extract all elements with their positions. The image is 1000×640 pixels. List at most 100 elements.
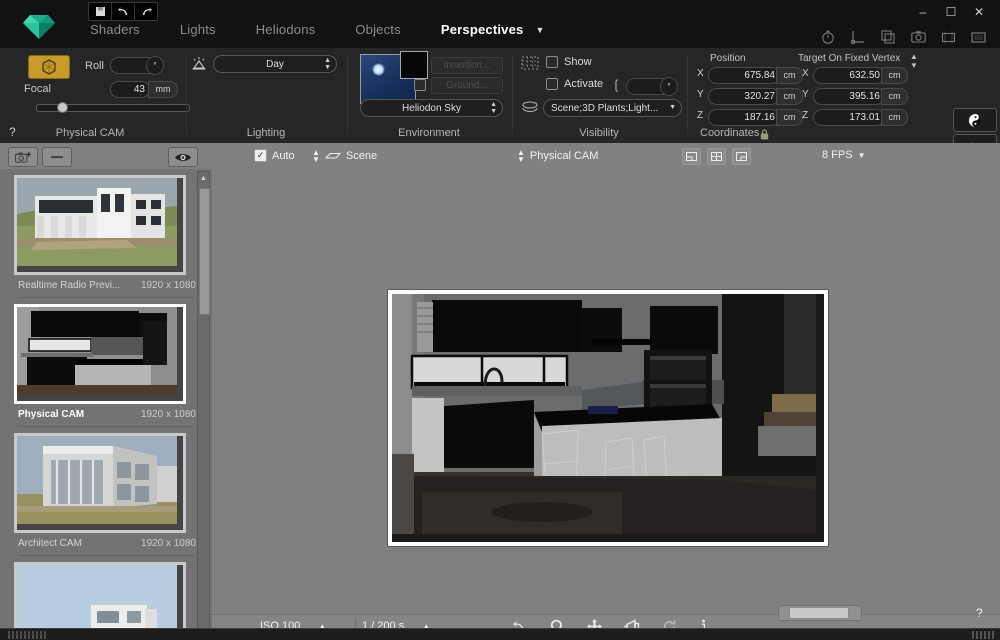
menu-shaders[interactable]: Shaders <box>70 22 160 37</box>
auto-checkbox[interactable]: ✓ <box>254 149 267 162</box>
focal-input[interactable] <box>110 81 150 98</box>
view-caption: Architect CAM 1920 x 1080 <box>14 533 198 555</box>
views-toolbar <box>0 143 212 170</box>
menu-perspectives[interactable]: Perspectives <box>421 22 544 37</box>
section-label-visibility: Visibility <box>579 127 619 139</box>
preview-button[interactable] <box>168 147 198 167</box>
background-color-swatch[interactable] <box>400 51 428 79</box>
views-list[interactable]: Realtime Radio Previ... 1920 x 1080 Phys… <box>0 169 212 640</box>
view-thumbnail[interactable] <box>14 304 186 404</box>
views-panel: Realtime Radio Previ... 1920 x 1080 Phys… <box>0 143 213 640</box>
target-y-input[interactable] <box>813 88 885 105</box>
axis-label-z: Z <box>697 110 704 121</box>
roll-unit: ° <box>146 56 164 75</box>
remove-camera-button[interactable] <box>42 147 72 167</box>
target-z-input[interactable] <box>813 109 885 126</box>
environment-select[interactable]: Heliodon Sky ▲ ▼ <box>360 99 503 117</box>
layout-single-icon[interactable] <box>682 148 701 165</box>
window-icon[interactable] <box>966 27 990 47</box>
target-x-unit: cm <box>881 67 908 84</box>
ground-checkbox[interactable] <box>414 79 426 91</box>
section-visibility: Show Activate ❲ ° Scene;3D Plants;Light.… <box>513 48 685 143</box>
gem-logo-icon <box>22 12 56 40</box>
camera-selector[interactable]: ▲ ▼ Physical CAM <box>517 149 599 164</box>
stepper-arrows-icon[interactable]: ▲ ▼ <box>517 149 525 164</box>
minimize-button[interactable]: – <box>910 2 936 22</box>
list-item[interactable]: Physical CAM 1920 x 1080 <box>14 304 198 427</box>
render-image[interactable] <box>388 290 828 546</box>
fps-indicator[interactable]: 8 FPS ▼ <box>822 149 866 161</box>
position-x-unit: cm <box>776 67 803 84</box>
view-thumbnail[interactable] <box>14 175 186 275</box>
add-camera-button[interactable] <box>8 147 38 167</box>
heliodon-icon <box>191 56 207 72</box>
layers-icon[interactable] <box>876 27 900 47</box>
undo-arrow-icon[interactable] <box>112 3 135 20</box>
views-scrollbar-thumb[interactable] <box>199 188 210 315</box>
save-button[interactable] <box>89 3 112 20</box>
redo-arrow-icon[interactable] <box>135 3 157 20</box>
viewport-toolbar: ✓ Auto ▲ ▼ Scene ▲ ▼ Physical CAM 8 FPS … <box>212 143 1000 170</box>
ground-button[interactable]: Ground... <box>431 77 503 94</box>
main-menu-bar: Shaders Lights Heliodons Objects Perspec… <box>70 22 552 37</box>
stepper-arrows-icon[interactable]: ▲ ▼ <box>324 57 331 71</box>
insertion-button[interactable]: Insertion... <box>431 57 503 74</box>
view-thumbnail[interactable] <box>14 433 186 533</box>
horizontal-scrollbar[interactable] <box>778 605 862 621</box>
show-checkbox[interactable] <box>546 56 558 68</box>
contrast-button[interactable] <box>953 108 997 132</box>
menu-objects[interactable]: Objects <box>335 22 420 37</box>
position-x-input[interactable] <box>708 67 780 84</box>
menu-lights[interactable]: Lights <box>160 22 236 37</box>
focal-slider[interactable] <box>36 102 190 113</box>
lock-icon[interactable] <box>760 129 769 140</box>
auto-toggle[interactable]: ✓ Auto <box>254 149 295 162</box>
section-label-physical-cam: Physical CAM <box>55 127 125 139</box>
axis-label-x: X <box>697 68 704 79</box>
axis-label-target-z: Z <box>802 110 809 121</box>
list-item[interactable]: Architect CAM 1920 x 1080 <box>14 433 198 556</box>
position-y-input[interactable] <box>708 88 780 105</box>
camera-icon[interactable] <box>906 27 930 47</box>
focal-slider-knob[interactable] <box>56 102 68 113</box>
status-grip-left <box>8 631 48 639</box>
status-bar <box>0 628 1000 640</box>
chevron-down-icon[interactable]: ▼ <box>858 151 866 160</box>
activate-checkbox[interactable] <box>546 78 558 90</box>
visibility-layers-select[interactable]: Scene;3D Plants;Light... ▼ <box>543 99 682 117</box>
roll-label: Roll <box>85 60 104 72</box>
chevron-down-icon[interactable]: ▼ <box>669 104 676 111</box>
resize-grip[interactable] <box>972 631 996 639</box>
fps-label: 8 FPS <box>822 149 853 161</box>
stepper-arrows-icon[interactable]: ▲ ▼ <box>312 149 320 164</box>
maximize-button[interactable]: ☐ <box>938 2 964 22</box>
chevron-down-icon[interactable]: ▼ <box>535 25 544 35</box>
view-caption: Physical CAM 1920 x 1080 <box>14 404 198 426</box>
menu-heliodons[interactable]: Heliodons <box>236 22 336 37</box>
target-stepper-icon[interactable]: ▲ ▼ <box>910 52 918 70</box>
list-item[interactable]: Realtime Radio Previ... 1920 x 1080 <box>14 175 198 298</box>
render-canvas[interactable] <box>212 169 1000 614</box>
ruler-corner-icon[interactable] <box>846 27 870 47</box>
crop-icon[interactable] <box>936 27 960 47</box>
layout-split-icon[interactable] <box>707 148 726 165</box>
horizontal-scrollbar-thumb[interactable] <box>789 607 849 619</box>
lighting-select[interactable]: Day ▲ ▼ <box>213 55 337 73</box>
target-x-input[interactable] <box>813 67 885 84</box>
scene-selector[interactable]: ▲ ▼ Scene <box>312 149 377 164</box>
focal-unit: mm <box>148 81 178 98</box>
viewport-help-button[interactable]: ? <box>976 606 983 620</box>
layout-buttons <box>682 148 751 165</box>
scroll-up-arrow[interactable]: ▲ <box>199 173 208 184</box>
target-y-unit: cm <box>881 88 908 105</box>
timer-icon[interactable] <box>816 27 840 47</box>
layout-corner-icon[interactable] <box>732 148 751 165</box>
stepper-arrows-icon[interactable]: ▲ ▼ <box>490 101 497 115</box>
camera-label: Physical CAM <box>529 150 599 162</box>
camera-body-icon[interactable] <box>28 55 70 79</box>
view-name: Realtime Radio Previ... <box>18 280 121 291</box>
close-button[interactable]: ✕ <box>966 2 992 22</box>
position-z-input[interactable] <box>708 109 780 126</box>
views-scrollbar[interactable]: ▲ ▼ <box>197 171 210 639</box>
view-name: Physical CAM <box>18 409 85 420</box>
